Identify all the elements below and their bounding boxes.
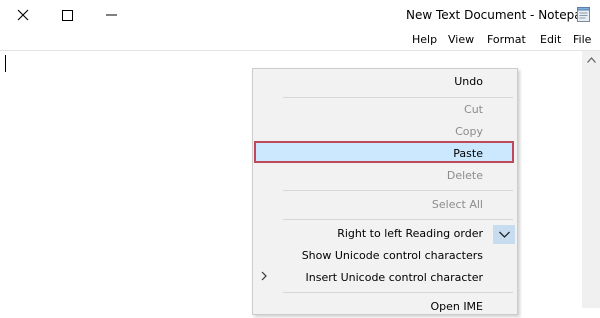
title-bar: New Text Document - Notepad	[0, 0, 600, 30]
checkmark-icon	[498, 231, 510, 238]
checkmark-box	[493, 225, 515, 244]
chevron-up-icon	[586, 56, 596, 63]
menu-delete[interactable]: Delete	[253, 165, 517, 187]
menu-bar: Help View Format Edit File	[0, 30, 600, 50]
menu-undo[interactable]: Undo	[253, 71, 517, 93]
menu-paste-label: Paste	[453, 147, 483, 160]
menu-edit[interactable]: Edit	[540, 33, 561, 46]
minimize-button[interactable]	[88, 0, 134, 30]
menu-separator	[283, 97, 513, 98]
menu-select-all[interactable]: Select All	[253, 194, 517, 216]
notepad-icon	[577, 7, 590, 22]
menu-open-ime[interactable]: Open IME	[253, 296, 517, 318]
menu-show-unicode-label: Show Unicode control characters	[301, 249, 483, 262]
menu-undo-label: Undo	[454, 75, 483, 88]
close-button[interactable]	[0, 0, 46, 30]
menu-delete-label: Delete	[446, 169, 483, 182]
menu-file[interactable]: File	[573, 33, 591, 46]
context-menu: Undo Cut Copy Paste Delete Select All Ri…	[252, 68, 518, 315]
menu-view[interactable]: View	[448, 33, 474, 46]
menu-copy[interactable]: Copy	[253, 121, 517, 143]
submenu-arrow-icon	[261, 271, 267, 281]
menu-format[interactable]: Format	[487, 33, 526, 46]
menu-separator	[283, 190, 513, 191]
window-title: New Text Document - Notepad	[406, 8, 590, 22]
text-caret	[5, 55, 6, 72]
menu-separator	[283, 292, 513, 293]
close-icon	[17, 9, 29, 21]
minimize-icon	[105, 14, 117, 16]
menu-paste[interactable]: Paste	[253, 143, 517, 165]
menu-separator	[283, 219, 513, 220]
menu-cut[interactable]: Cut	[253, 99, 517, 121]
scroll-up-button[interactable]	[582, 51, 600, 68]
menu-insert-unicode-label: Insert Unicode control character	[305, 271, 483, 284]
menu-show-unicode[interactable]: Show Unicode control characters	[253, 245, 517, 267]
maximize-icon	[61, 9, 73, 21]
menu-right-to-left-label: Right to left Reading order	[337, 227, 483, 240]
menu-copy-label: Copy	[455, 125, 483, 138]
menu-help[interactable]: Help	[412, 33, 437, 46]
menu-insert-unicode[interactable]: Insert Unicode control character	[253, 267, 517, 289]
menu-right-to-left[interactable]: Right to left Reading order	[253, 223, 517, 245]
vertical-scrollbar[interactable]	[582, 51, 600, 308]
maximize-button[interactable]	[44, 0, 90, 30]
menu-select-all-label: Select All	[431, 198, 483, 211]
menu-cut-label: Cut	[464, 103, 483, 116]
